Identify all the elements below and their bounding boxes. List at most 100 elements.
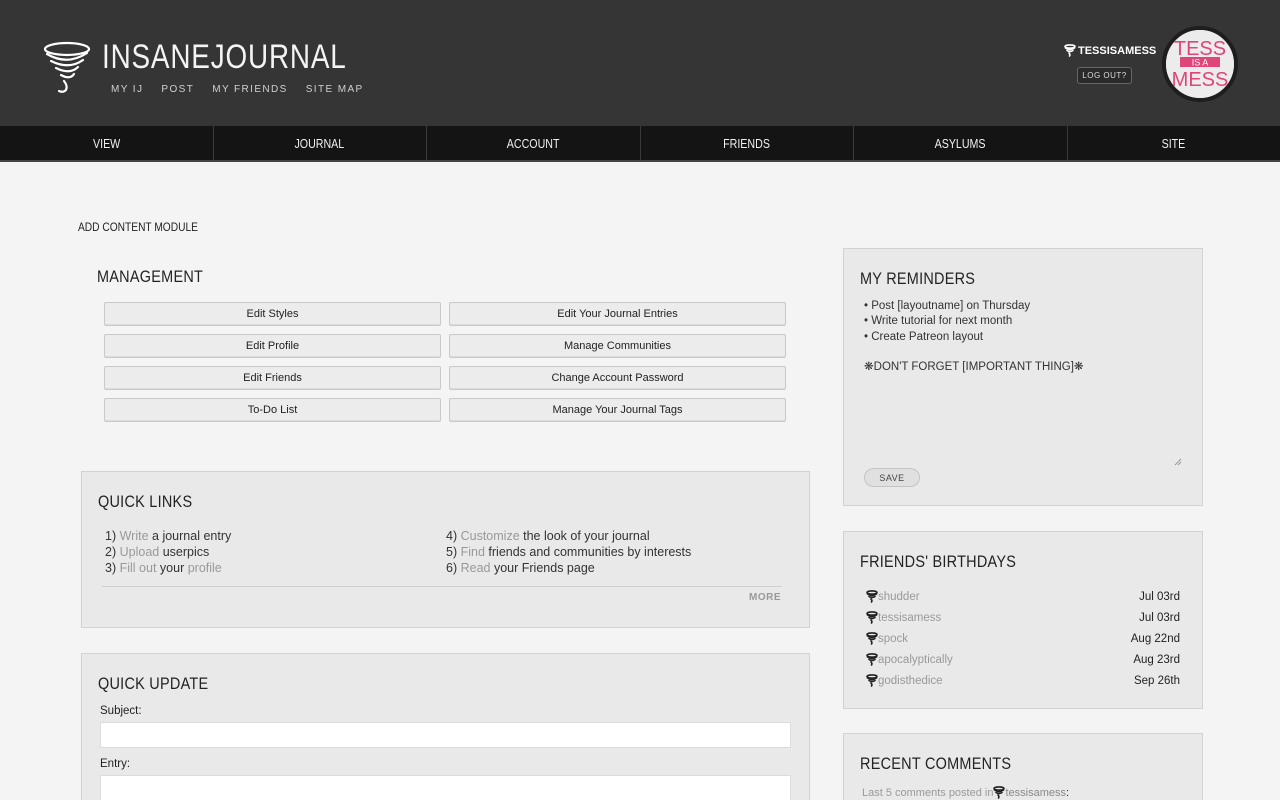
user-tornado-icon <box>866 653 878 666</box>
user-tornado-icon <box>866 674 878 687</box>
write-link[interactable]: Write <box>120 529 149 543</box>
birthday-username[interactable]: spock <box>878 633 908 645</box>
subject-label: Subject: <box>100 705 142 717</box>
nav-journal-label: JOURNAL <box>294 135 345 151</box>
edit-journal-entries-button[interactable]: Edit Your Journal Entries <box>449 302 786 326</box>
subject-input[interactable] <box>100 722 791 748</box>
quick-link-text: your <box>156 561 188 575</box>
header-link-site-map[interactable]: SITE MAP <box>306 84 364 95</box>
quick-link-item: 3) Fill out your profile <box>105 560 231 576</box>
avatar-image: TESS IS A MESS <box>1166 30 1234 98</box>
nav-asylums-label: ASYLUMS <box>934 135 986 151</box>
edit-styles-button[interactable]: Edit Styles <box>104 302 441 326</box>
quick-link-text: friends and communities by interests <box>484 545 692 559</box>
read-link[interactable]: Read <box>461 561 491 575</box>
logout-button[interactable]: LOG OUT? <box>1077 67 1132 84</box>
nav-view[interactable]: VIEW <box>0 126 213 160</box>
main-nav: VIEW JOURNAL ACCOUNT FRIENDS ASYLUMS SIT… <box>0 126 1280 162</box>
nav-account[interactable]: ACCOUNT <box>426 126 640 160</box>
birthday-user[interactable]: shudder <box>866 590 920 603</box>
add-content-module-link[interactable]: ADD CONTENT MODULE <box>78 220 198 234</box>
tornado-logo-icon[interactable] <box>42 40 92 96</box>
edit-profile-button[interactable]: Edit Profile <box>104 334 441 358</box>
edit-friends-button[interactable]: Edit Friends <box>104 366 441 390</box>
reminders-title: MY REMINDERS <box>860 269 976 288</box>
quick-link-item: 6) Read your Friends page <box>446 560 691 576</box>
save-reminders-button[interactable]: SAVE <box>864 468 920 487</box>
birthday-username[interactable]: tessisamess <box>878 612 941 624</box>
site-header: INSANEJOURNAL MY IJ POST MY FRIENDS SITE… <box>0 0 1280 126</box>
nav-journal[interactable]: JOURNAL <box>212 126 427 160</box>
birthday-user[interactable]: tessisamess <box>866 611 941 624</box>
avatar[interactable]: TESS IS A MESS <box>1162 26 1238 102</box>
more-link[interactable]: MORE <box>749 592 781 603</box>
recent-comments-user-link[interactable]: tessisamess <box>1005 787 1066 799</box>
entry-textarea[interactable] <box>100 775 791 800</box>
upload-link[interactable]: Upload <box>120 545 160 559</box>
quick-link-text: your Friends page <box>490 561 595 575</box>
birthday-row: spock Aug 22nd <box>866 628 1180 649</box>
birthday-username[interactable]: godisthedice <box>878 675 943 687</box>
reminders-textarea[interactable]: • Post [layoutname] on Thursday • Write … <box>864 299 1184 469</box>
header-sub-links: MY IJ POST MY FRIENDS SITE MAP <box>111 84 364 95</box>
nav-view-label: VIEW <box>92 135 120 151</box>
birthday-row: apocalyptically Aug 23rd <box>866 649 1180 670</box>
header-link-post[interactable]: POST <box>161 84 194 95</box>
birthday-username[interactable]: shudder <box>878 591 920 603</box>
quick-link-item: 4) Customize the look of your journal <box>446 528 691 544</box>
user-tornado-icon <box>1064 44 1076 57</box>
quick-link-number: 1) <box>105 529 117 543</box>
resize-grip-icon[interactable] <box>1174 458 1182 466</box>
quick-links-title: QUICK LINKS <box>98 492 193 511</box>
birthday-date: Sep 26th <box>1133 674 1180 687</box>
manage-journal-tags-button[interactable]: Manage Your Journal Tags <box>449 398 786 422</box>
quick-link-item: 2) Upload userpics <box>105 544 231 560</box>
username-label[interactable]: TESSISAMESS <box>1078 45 1156 57</box>
birthday-date: Jul 03rd <box>1139 611 1180 624</box>
quick-link-number: 4) <box>446 529 458 543</box>
recent-comments-suffix: : <box>1066 786 1070 799</box>
manage-communities-button[interactable]: Manage Communities <box>449 334 786 358</box>
nav-site[interactable]: SITE <box>1066 126 1280 160</box>
find-link[interactable]: Find <box>461 545 485 559</box>
site-name[interactable]: INSANEJOURNAL <box>102 38 347 77</box>
nav-site-label: SITE <box>1161 135 1186 151</box>
quick-link-text: a journal entry <box>148 529 232 543</box>
recent-comments-title: RECENT COMMENTS <box>860 754 1012 773</box>
birthdays-title: FRIENDS' BIRTHDAYS <box>860 552 1017 571</box>
quick-link-item: 5) Find friends and communities by inter… <box>446 544 691 560</box>
birthday-user[interactable]: apocalyptically <box>866 653 953 666</box>
birthday-user[interactable]: godisthedice <box>866 674 943 687</box>
quick-update-panel: QUICK UPDATE Subject: Entry: <box>81 653 810 800</box>
header-link-my-ij[interactable]: MY IJ <box>111 84 143 95</box>
quick-link-number: 2) <box>105 545 117 559</box>
user-tornado-icon <box>866 632 878 645</box>
nav-asylums[interactable]: ASYLUMS <box>853 126 1067 160</box>
customize-link[interactable]: Customize <box>461 529 520 543</box>
birthday-date: Jul 03rd <box>1139 590 1180 603</box>
birthday-user[interactable]: spock <box>866 632 908 645</box>
quick-link-number: 6) <box>446 561 458 575</box>
header-link-my-friends[interactable]: MY FRIENDS <box>212 84 288 95</box>
change-password-button[interactable]: Change Account Password <box>449 366 786 390</box>
nav-friends[interactable]: FRIENDS <box>639 126 854 160</box>
birthday-date: Aug 23rd <box>1133 653 1180 666</box>
birthday-row: tessisamess Jul 03rd <box>866 607 1180 628</box>
profile-link[interactable]: profile <box>188 561 222 575</box>
current-user[interactable]: TESSISAMESS <box>1064 44 1156 57</box>
avatar-text-line2: IS A <box>1192 58 1209 68</box>
quick-link-number: 5) <box>446 545 458 559</box>
divider <box>102 586 782 587</box>
nav-friends-label: FRIENDS <box>723 135 771 151</box>
fill-out-link[interactable]: Fill out <box>120 561 157 575</box>
birthday-row: shudder Jul 03rd <box>866 586 1180 607</box>
recent-comments-panel: RECENT COMMENTS Last 5 comments posted i… <box>843 733 1203 800</box>
quick-update-title: QUICK UPDATE <box>98 674 209 693</box>
user-tornado-icon <box>993 786 1006 799</box>
todo-list-button[interactable]: To-Do List <box>104 398 441 422</box>
quick-link-text: userpics <box>159 545 210 559</box>
management-section: MANAGEMENT <box>97 267 222 287</box>
birthday-username[interactable]: apocalyptically <box>878 654 953 666</box>
management-title: MANAGEMENT <box>97 267 204 286</box>
avatar-text-line3: MESS <box>1172 69 1229 91</box>
